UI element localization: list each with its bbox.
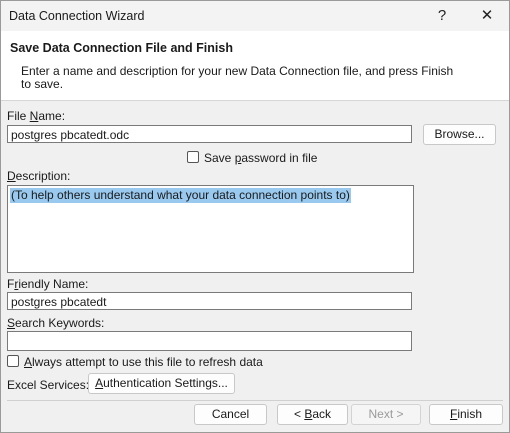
file-name-input[interactable]: postgres pbcatedt.odc <box>7 125 412 143</box>
header-title: Save Data Connection File and Finish <box>10 41 233 55</box>
window-title: Data Connection Wizard <box>9 9 145 23</box>
save-password-checkbox[interactable] <box>187 151 199 163</box>
description-label: Description: <box>7 169 71 183</box>
file-name-label: File Name: <box>7 109 66 123</box>
close-button[interactable]: ✕ <box>472 5 502 27</box>
browse-button[interactable]: Browse... <box>423 124 496 145</box>
help-button[interactable]: ? <box>427 5 457 27</box>
wizard-header: Save Data Connection File and Finish Ent… <box>1 31 509 101</box>
search-keywords-label: Search Keywords: <box>7 316 105 330</box>
next-button[interactable]: Next > <box>351 404 421 425</box>
save-password-label[interactable]: Save password in file <box>204 151 317 165</box>
back-button[interactable]: < Back <box>277 404 348 425</box>
friendly-name-label: Friendly Name: <box>7 277 89 291</box>
cancel-button[interactable]: Cancel <box>194 404 267 425</box>
dialog-window: Data Connection Wizard ? ✕ Save Data Con… <box>0 0 510 433</box>
wizard-body: File Name: postgres pbcatedt.odc Browse.… <box>1 101 509 432</box>
header-description: Enter a name and description for your ne… <box>21 64 454 91</box>
button-divider <box>7 400 503 401</box>
finish-button[interactable]: Finish <box>429 404 503 425</box>
description-text: (To help others understand what your dat… <box>10 188 351 203</box>
excel-services-label: Excel Services: <box>7 378 90 392</box>
title-bar: Data Connection Wizard ? ✕ <box>1 1 509 31</box>
authentication-settings-button[interactable]: Authentication Settings... <box>88 373 235 394</box>
always-refresh-checkbox[interactable] <box>7 355 19 367</box>
description-textarea[interactable]: (To help others understand what your dat… <box>7 185 414 273</box>
friendly-name-input[interactable]: postgres pbcatedt <box>7 292 412 310</box>
search-keywords-input[interactable] <box>7 331 412 351</box>
always-refresh-label[interactable]: Always attempt to use this file to refre… <box>24 355 263 369</box>
